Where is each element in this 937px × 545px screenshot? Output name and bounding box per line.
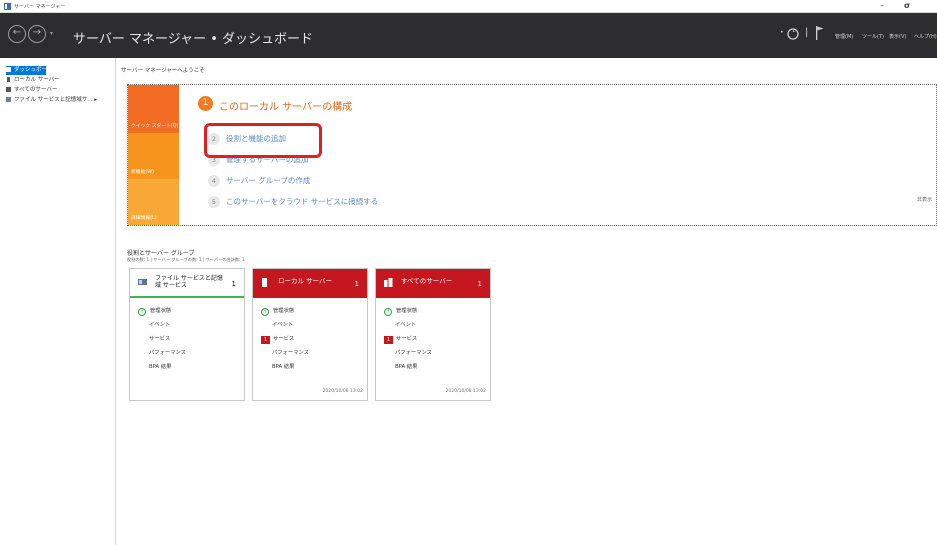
welcome-title: サーバー マネージャーへようこそ <box>121 68 205 74</box>
card-title: ローカル サーバー <box>278 277 333 285</box>
check-circle-icon: ↑ <box>138 308 146 316</box>
separator: | <box>805 27 809 38</box>
sidebar-item-local-server[interactable]: ローカル サーバー <box>6 76 114 85</box>
flag-icon[interactable] <box>815 26 824 40</box>
last-updated-timestamp: 2020/10/08 13:02 <box>445 389 486 394</box>
refresh-icon[interactable] <box>786 27 800 41</box>
hide-link[interactable]: 非表示 <box>917 196 932 203</box>
check-circle-icon: ↑ <box>261 308 269 316</box>
row-performance[interactable]: パフォーマンス <box>395 348 432 356</box>
servers-icon <box>6 86 11 92</box>
row-manageability[interactable]: ↑ 管理状態 <box>384 306 417 316</box>
tab-learn-more[interactable]: 詳細情報(L) <box>128 179 179 225</box>
menu-help[interactable]: ヘルプ(H) <box>914 33 937 40</box>
sidebar-item-dashboard[interactable]: ダッシュボード <box>6 66 53 75</box>
maximize-button[interactable]: σ <box>904 1 910 11</box>
chevron-right-icon: ▸ <box>92 97 98 103</box>
header-bar: ← → ▾ サーバー マネージャー • ダッシュボード • | 管理(M) ツー… <box>0 13 937 58</box>
tab-whats-new[interactable]: 新機能(W) <box>128 133 179 179</box>
roles-groups-summary: 役割の数: 1 | サーバー グループの数: 1 | サーバーの合計数: 1 <box>127 257 245 262</box>
step-connect-cloud-link[interactable]: 5 このサーバーをクラウド サービスに接続する <box>208 196 378 208</box>
card-title: ファイル サービスと記憶域 サービス <box>155 275 223 289</box>
check-circle-icon: ↑ <box>384 308 392 316</box>
row-events[interactable]: イベント <box>272 320 293 328</box>
role-card-local-server[interactable]: ローカル サーバー 1 ↑ 管理状態 イベント 1 サービス パフォーマンス BPA… <box>252 268 368 401</box>
row-bpa-results[interactable]: BPA 結果 <box>149 362 171 370</box>
alert-count-badge: 1 <box>384 336 393 344</box>
role-card-all-servers[interactable]: すべてのサーバー 1 ↑ 管理状態 イベント 1 サービス パフォーマンス BPA … <box>375 268 491 401</box>
sidebar-item-label: ファイル サービスと記憶域サ... <box>14 97 93 103</box>
row-performance[interactable]: パフォーマンス <box>272 348 309 356</box>
title-bar: サーバー マネージャー – σ <box>0 0 937 13</box>
roles-groups-title: 役割とサーバー グループ <box>127 250 195 257</box>
sidebar-item-all-servers[interactable]: すべてのサーバー <box>6 86 114 95</box>
arrow-right-icon: → <box>32 27 42 38</box>
window-title: サーバー マネージャー <box>14 4 66 10</box>
sidebar-item-label: ローカル サーバー <box>14 77 60 83</box>
card-count: 1 <box>231 280 236 288</box>
card-title: すべてのサーバー <box>401 277 453 285</box>
chevron-down-icon[interactable]: ▾ <box>50 30 53 37</box>
row-services[interactable]: サービス <box>149 334 170 342</box>
file-services-icon <box>6 96 11 102</box>
sidebar-item-file-services[interactable]: ファイル サービスと記憶域サ... ▸ <box>6 96 114 105</box>
row-events[interactable]: イベント <box>149 320 170 328</box>
dropdown-dot-icon[interactable]: • <box>780 29 784 43</box>
server-icon <box>7 76 10 82</box>
row-services[interactable]: 1 サービス <box>261 334 294 344</box>
card-header[interactable]: ファイル サービスと記憶域 サービス 1 <box>130 269 244 298</box>
row-bpa-results[interactable]: BPA 結果 <box>272 362 294 370</box>
last-updated-timestamp: 2020/10/08 13:02 <box>322 389 363 394</box>
servers-icon <box>384 278 393 287</box>
menu-view[interactable]: 表示(V) <box>889 33 906 40</box>
configure-local-server-title: このローカル サーバーの構成 <box>219 102 353 113</box>
row-bpa-results[interactable]: BPA 結果 <box>395 362 417 370</box>
card-count: 1 <box>477 280 482 288</box>
card-header[interactable]: すべてのサーバー 1 <box>376 269 490 298</box>
back-button[interactable]: ← <box>8 25 26 43</box>
card-count: 1 <box>354 280 359 288</box>
file-services-icon <box>138 279 147 285</box>
breadcrumb: サーバー マネージャー • ダッシュボード <box>73 32 314 47</box>
row-manageability[interactable]: ↑ 管理状態 <box>261 306 294 316</box>
menu-manage[interactable]: 管理(M) <box>835 33 853 40</box>
step-create-group-link[interactable]: 4 サーバー グループの作成 <box>208 175 310 187</box>
alert-count-badge: 1 <box>261 336 270 344</box>
highlight-annotation <box>204 123 322 158</box>
dashboard-icon <box>6 66 11 72</box>
sidebar-item-label: すべてのサーバー <box>14 87 58 93</box>
server-icon <box>262 278 267 287</box>
step-number-badge: 1 <box>198 96 213 111</box>
row-manageability[interactable]: ↑ 管理状態 <box>138 306 171 316</box>
sidebar-item-label: ダッシュボード <box>14 67 53 73</box>
row-services[interactable]: 1 サービス <box>384 334 417 344</box>
sidebar: ダッシュボード ローカル サーバー すべてのサーバー ファイル サービスと記憶域… <box>0 58 116 545</box>
minimize-button[interactable]: – <box>880 1 884 11</box>
row-performance[interactable]: パフォーマンス <box>149 348 186 356</box>
row-events[interactable]: イベント <box>395 320 416 328</box>
role-card-file-services[interactable]: ファイル サービスと記憶域 サービス 1 ↑ 管理状態 イベント サービス パフォ… <box>129 268 245 401</box>
tab-quick-start[interactable]: クイック スタート(Q) <box>128 85 179 133</box>
main-content: サーバー マネージャーへようこそ クイック スタート(Q) 新機能(W) 詳細情… <box>117 58 937 545</box>
forward-button[interactable]: → <box>28 25 46 43</box>
arrow-left-icon: ← <box>12 27 22 38</box>
server-manager-app-icon <box>4 3 11 10</box>
card-header[interactable]: ローカル サーバー 1 <box>253 269 367 298</box>
menu-tools[interactable]: ツール(T) <box>862 33 884 40</box>
